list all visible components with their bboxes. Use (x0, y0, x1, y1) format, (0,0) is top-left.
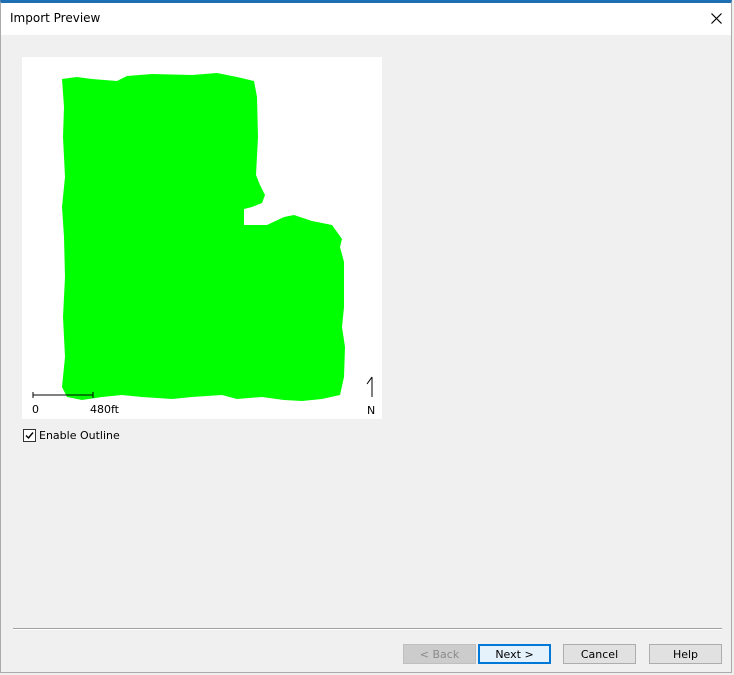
help-button[interactable]: Help (649, 644, 722, 664)
north-label: N (367, 404, 376, 417)
checkmark-icon (25, 432, 34, 440)
site-outline-shape (62, 73, 345, 401)
next-button[interactable]: Next > (478, 644, 551, 664)
north-arrow-icon (366, 376, 373, 397)
import-preview-dialog: Import Preview 0 480ft N Enable Outline … (0, 0, 732, 673)
cancel-button[interactable]: Cancel (563, 644, 636, 664)
enable-outline-checkbox[interactable] (23, 429, 36, 442)
outline-shape-canvas (32, 73, 373, 401)
outline-preview: 0 480ft N (22, 57, 382, 419)
enable-outline-option[interactable]: Enable Outline (23, 429, 120, 442)
back-button[interactable]: < Back (403, 644, 476, 664)
title-bar: Import Preview (1, 3, 731, 35)
footer-separator (13, 628, 722, 630)
enable-outline-label: Enable Outline (39, 429, 120, 442)
close-button[interactable] (701, 3, 731, 33)
scale-min-label: 0 (32, 403, 39, 416)
close-icon (710, 12, 722, 24)
scale-max-label: 480ft (90, 403, 119, 416)
dialog-title: Import Preview (10, 11, 101, 25)
